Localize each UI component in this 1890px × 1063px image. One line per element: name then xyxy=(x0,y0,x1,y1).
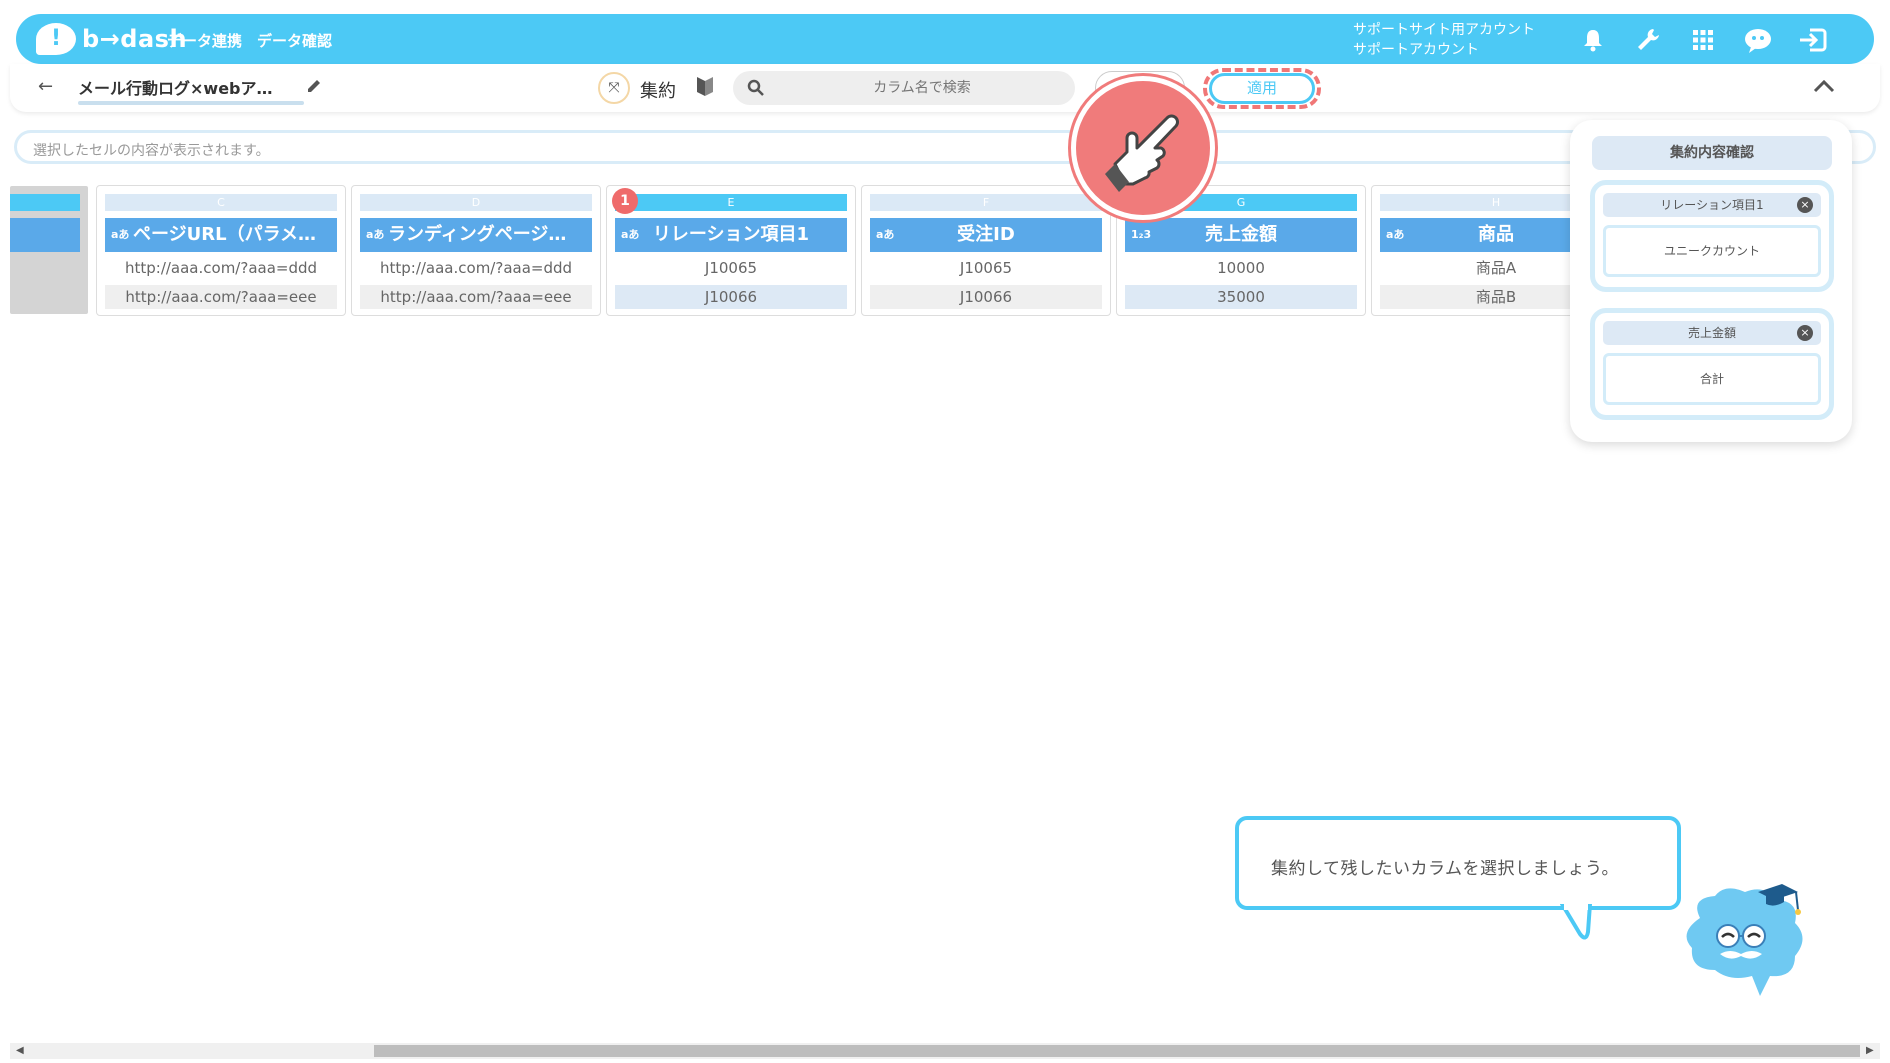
aggregation-method[interactable]: 合計 xyxy=(1603,353,1821,405)
text-type-icon: aあ xyxy=(876,228,895,241)
column-letter: E xyxy=(615,194,847,211)
table-cell[interactable]: J10065 xyxy=(615,256,847,280)
row-header-letter xyxy=(10,194,80,211)
column-letter: D xyxy=(360,194,592,211)
column-header[interactable]: aあ リレーション項目1 xyxy=(615,218,847,252)
scrollbar-thumb[interactable] xyxy=(374,1045,1860,1057)
tutorial-message: 集約して残したいカラムを選択しましょう。 xyxy=(1271,859,1619,879)
column-card-d[interactable]: D aあ ランディングページ… http://aaa.com/?aaa=ddd … xyxy=(351,185,601,316)
text-type-icon: aあ xyxy=(111,228,130,241)
dataset-title[interactable]: メール行動ログ×webア… xyxy=(78,75,304,99)
bell-icon[interactable] xyxy=(1578,25,1608,55)
search-icon xyxy=(747,79,765,101)
apps-grid-icon[interactable] xyxy=(1688,25,1718,55)
sub-toolbar: ← メール行動ログ×webア… ⤧ 集約 キ 適用 xyxy=(10,64,1880,112)
column-letter: C xyxy=(105,194,337,211)
logo-bubble-icon xyxy=(36,23,76,55)
number-type-icon: 1₂3 xyxy=(1131,228,1152,241)
column-header-label: ページURL（パラメ… xyxy=(133,224,317,245)
bdash-logo[interactable]: b→dash xyxy=(36,23,187,55)
aggregation-column-name: リレーション項目1 xyxy=(1603,193,1821,217)
close-icon[interactable]: × xyxy=(1797,197,1813,213)
table-cell[interactable]: 35000 xyxy=(1125,285,1357,309)
column-header-label: ランディングページ… xyxy=(388,224,567,245)
column-header[interactable]: 1₂3 売上金額 xyxy=(1125,218,1357,252)
aggregation-method[interactable]: ユニークカウント xyxy=(1603,225,1821,277)
nav-data-check[interactable]: データ確認 xyxy=(257,30,332,51)
chat-face-icon[interactable] xyxy=(1743,25,1773,55)
pencil-icon[interactable] xyxy=(306,78,322,98)
column-card-c[interactable]: C aあ ページURL（パラメ… http://aaa.com/?aaa=ddd… xyxy=(96,185,346,316)
column-header-label: リレーション項目1 xyxy=(652,224,810,245)
column-letter: F xyxy=(870,194,1102,211)
chevron-up-icon[interactable] xyxy=(1812,78,1836,98)
table-cell[interactable]: http://aaa.com/?aaa=eee xyxy=(105,285,337,309)
text-type-icon: aあ xyxy=(621,228,640,241)
column-search[interactable] xyxy=(733,71,1075,105)
account-site-name: サポートサイト用アカウント xyxy=(1353,22,1535,38)
text-type-icon: aあ xyxy=(366,228,385,241)
row-header-name xyxy=(10,218,80,252)
aggregation-card[interactable]: 売上金額 × 合計 xyxy=(1590,308,1834,420)
account-info[interactable]: サポートサイト用アカウント サポートアカウント xyxy=(1353,20,1535,60)
row-header-block xyxy=(10,186,88,314)
table-cell[interactable]: http://aaa.com/?aaa=eee xyxy=(360,285,592,309)
table-cell[interactable]: J10066 xyxy=(615,285,847,309)
column-header[interactable]: aあ 受注ID xyxy=(870,218,1102,252)
apply-button[interactable]: 適用 xyxy=(1209,73,1315,104)
column-card-e[interactable]: E aあ リレーション項目1 J10065 J10066 xyxy=(606,185,856,316)
table-cell[interactable]: J10066 xyxy=(870,285,1102,309)
title-underline xyxy=(78,101,304,105)
column-header-label: 商品 xyxy=(1478,224,1514,245)
logout-icon[interactable] xyxy=(1798,25,1828,55)
table-cell[interactable]: http://aaa.com/?aaa=ddd xyxy=(360,256,592,280)
search-input[interactable] xyxy=(777,71,1067,105)
scroll-right-arrow-icon[interactable]: ▶ xyxy=(1866,1043,1874,1059)
column-header-label: 受注ID xyxy=(957,224,1015,245)
beginner-mark-icon[interactable] xyxy=(696,75,714,101)
column-header[interactable]: aあ ランディングページ… xyxy=(360,218,592,252)
step-number-badge: 1 xyxy=(612,188,638,214)
scroll-left-arrow-icon[interactable]: ◀ xyxy=(16,1043,24,1059)
back-arrow-icon[interactable]: ← xyxy=(38,76,53,97)
nav-data-integration[interactable]: データ連携 xyxy=(167,30,242,51)
wrench-icon[interactable] xyxy=(1633,25,1663,55)
dataset-title-wrap: メール行動ログ×webア… xyxy=(78,75,304,105)
mascot-character-icon xyxy=(1686,884,1803,996)
aggregate-label: 集約 xyxy=(640,81,676,102)
close-icon[interactable]: × xyxy=(1797,325,1813,341)
aggregation-column-name: 売上金額 xyxy=(1603,321,1821,345)
aggregate-icon[interactable]: ⤧ xyxy=(598,72,630,104)
column-card-f[interactable]: F aあ 受注ID J10065 J10066 xyxy=(861,185,1111,316)
table-cell[interactable]: J10065 xyxy=(870,256,1102,280)
cell-content-placeholder: 選択したセルの内容が表示されます。 xyxy=(33,143,270,159)
table-cell[interactable]: 10000 xyxy=(1125,256,1357,280)
table-cell[interactable]: http://aaa.com/?aaa=ddd xyxy=(105,256,337,280)
text-type-icon: aあ xyxy=(1386,228,1405,241)
horizontal-scrollbar[interactable]: ◀ ▶ xyxy=(10,1043,1880,1059)
top-nav-bar: b→dash データ連携 データ確認 サポートサイト用アカウント サポートアカウ… xyxy=(16,14,1874,64)
aggregation-panel-title: 集約内容確認 xyxy=(1592,136,1832,170)
tutorial-pointer-hand-icon xyxy=(1071,76,1215,220)
column-header[interactable]: aあ ページURL（パラメ… xyxy=(105,218,337,252)
speech-bubble-tail xyxy=(1560,904,1593,940)
account-user-name: サポートアカウント xyxy=(1353,42,1479,58)
aggregation-card[interactable]: リレーション項目1 × ユニークカウント xyxy=(1590,180,1834,292)
column-header-label: 売上金額 xyxy=(1205,224,1277,245)
tutorial-speech-bubble: 集約して残したいカラムを選択しましょう。 xyxy=(1235,816,1681,910)
aggregation-panel: 集約内容確認 リレーション項目1 × ユニークカウント 売上金額 × 合計 xyxy=(1570,120,1852,442)
